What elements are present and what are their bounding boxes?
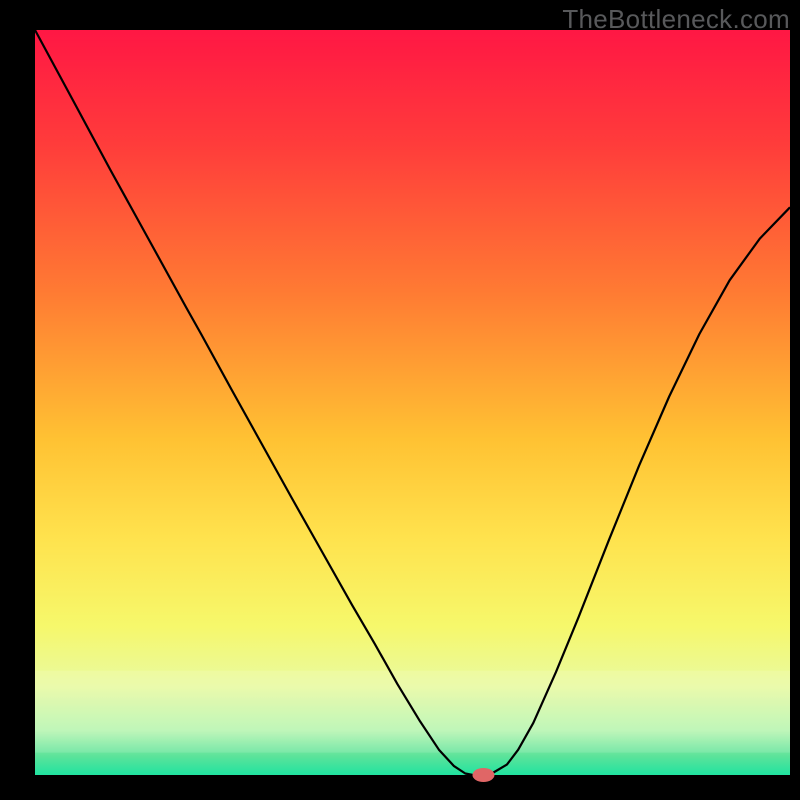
bottleneck-chart (0, 0, 800, 800)
chart-frame: TheBottleneck.com (0, 0, 800, 800)
plot-background (35, 30, 790, 775)
highlight-band (35, 671, 790, 753)
optimum-marker (472, 768, 494, 782)
